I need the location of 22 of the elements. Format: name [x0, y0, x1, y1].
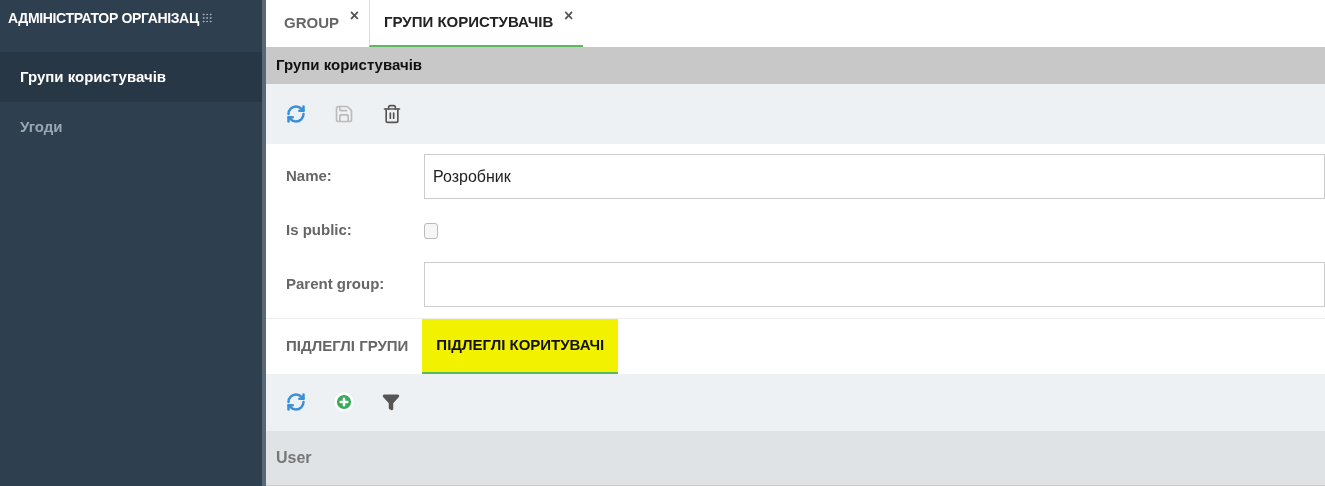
close-button[interactable]: ×: [563, 4, 574, 28]
subtab[interactable]: ПІДЛЕГЛІ КОРИТУВАЧІ: [422, 318, 619, 374]
trash-icon[interactable]: [382, 104, 402, 124]
panel-header: Групи користувачів: [266, 47, 1325, 85]
filter-icon[interactable]: [382, 393, 400, 412]
input-field[interactable]: [424, 262, 1325, 308]
save-icon[interactable]: [334, 104, 354, 124]
field-label: Is public:: [285, 220, 353, 241]
close-button[interactable]: ×: [349, 4, 359, 28]
grip-icon[interactable]: [200, 12, 213, 24]
sidebar-title: АДМІНІСТРАТОР ОРГАНІЗАЦ: [8, 8, 199, 28]
subtab[interactable]: ПІДЛЕГЛІ ГРУПИ: [272, 318, 423, 374]
field-label: Name:: [285, 166, 333, 187]
tab[interactable]: GROUP ×: [270, 0, 369, 47]
refresh-icon[interactable]: [286, 392, 306, 413]
checkbox[interactable]: [424, 222, 438, 239]
sidebar-item[interactable]: Групи користувачів: [0, 52, 262, 102]
sidebar-item[interactable]: Угоди: [0, 102, 262, 152]
refresh-icon[interactable]: [286, 104, 306, 124]
add-icon[interactable]: [334, 392, 354, 413]
input-field[interactable]: Розробник: [424, 154, 1325, 200]
field-label: Parent group:: [285, 274, 386, 295]
